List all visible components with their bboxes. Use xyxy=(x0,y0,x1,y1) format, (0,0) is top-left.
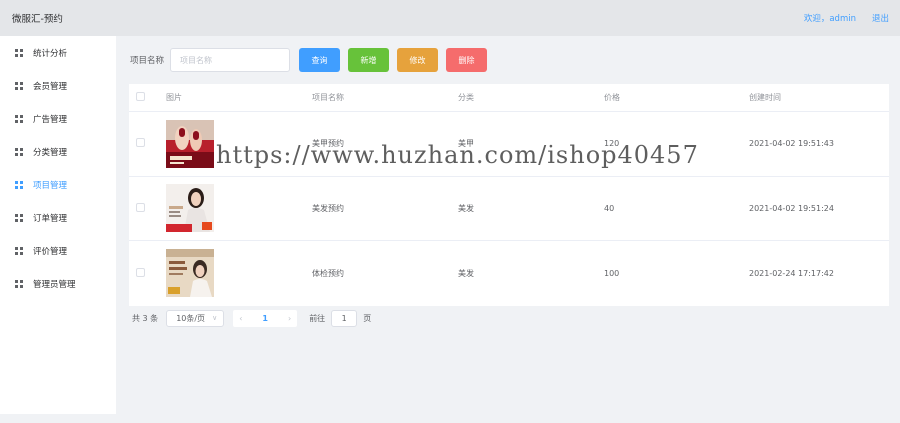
search-input[interactable] xyxy=(170,48,291,72)
page-navigator: ‹ 1 › xyxy=(233,309,298,327)
project-table: 图片 项目名称 分类 价格 创建时间 美甲预约 美甲 120 2021-04-0… xyxy=(129,84,889,306)
app-title: 微服汇-预约 xyxy=(12,14,63,25)
row-category: 美甲 xyxy=(458,139,474,149)
row-category: 美发 xyxy=(458,268,474,278)
prev-page-icon[interactable]: ‹ xyxy=(239,314,242,323)
main-content: 项目名称 查询 新增 修改 删除 图片 项目名称 分类 价格 创建时间 xyxy=(116,36,900,423)
sidebar-item-label: 订单管理 xyxy=(33,213,68,224)
header-user-area: 欢迎，admin 退出 xyxy=(804,12,889,24)
row-name: 体检预约 xyxy=(312,268,344,278)
sidebar-item-orders[interactable]: 订单管理 xyxy=(0,201,116,234)
sidebar-item-ads[interactable]: 广告管理 xyxy=(0,102,116,135)
row-checkbox[interactable] xyxy=(136,138,145,148)
checkup-service-thumbnail xyxy=(166,249,214,298)
pagination: 共 3 条 10条/页 ∨ ‹ 1 › 前往 页 xyxy=(132,309,371,327)
grid-icon xyxy=(15,81,23,90)
sidebar-item-label: 统计分析 xyxy=(33,48,68,59)
app-header: 微服汇-预约 欢迎，admin 退出 xyxy=(0,0,900,36)
column-header-category: 分类 xyxy=(458,93,474,102)
column-header-name: 项目名称 xyxy=(312,93,344,102)
row-name: 美发预约 xyxy=(312,203,344,213)
row-created: 2021-04-02 19:51:24 xyxy=(749,203,834,213)
sidebar-item-label: 分类管理 xyxy=(33,147,68,158)
column-header-price: 价格 xyxy=(604,93,620,102)
grid-icon xyxy=(15,246,23,255)
row-checkbox[interactable] xyxy=(136,267,145,277)
page-size-value: 10条/页 xyxy=(176,313,206,323)
table-header: 图片 项目名称 分类 价格 创建时间 xyxy=(129,84,889,112)
sidebar-item-members[interactable]: 会员管理 xyxy=(0,69,116,102)
sidebar-item-projects[interactable]: 项目管理 xyxy=(0,168,116,201)
hair-service-thumbnail xyxy=(166,184,214,233)
total-count: 共 3 条 xyxy=(132,313,159,323)
sidebar: 统计分析 会员管理 广告管理 分类管理 项目管理 订单管理 评价管理 管理员管理 xyxy=(0,36,116,414)
search-toolbar: 项目名称 查询 新增 修改 删除 xyxy=(130,48,488,72)
row-created: 2021-04-02 19:51:43 xyxy=(749,139,834,149)
table-row[interactable]: 体检预约 美发 100 2021-02-24 17:17:42 xyxy=(129,241,889,306)
sidebar-item-label: 管理员管理 xyxy=(33,279,76,290)
edit-button[interactable]: 修改 xyxy=(397,48,439,72)
column-header-created: 创建时间 xyxy=(749,93,781,102)
grid-icon xyxy=(15,180,23,189)
chevron-down-icon: ∨ xyxy=(212,314,218,322)
table-row[interactable]: 美甲预约 美甲 120 2021-04-02 19:51:43 xyxy=(129,112,889,177)
nail-service-thumbnail xyxy=(166,119,214,168)
delete-button[interactable]: 删除 xyxy=(446,48,488,72)
column-header-image: 图片 xyxy=(166,93,182,102)
row-price: 100 xyxy=(604,268,620,278)
sidebar-item-label: 会员管理 xyxy=(33,81,68,92)
goto-label: 前往 xyxy=(309,313,326,323)
row-price: 120 xyxy=(604,139,620,149)
welcome-link[interactable]: 欢迎，admin xyxy=(804,12,856,24)
current-page-number[interactable]: 1 xyxy=(262,314,268,323)
sidebar-item-statistics[interactable]: 统计分析 xyxy=(0,36,116,69)
add-button[interactable]: 新增 xyxy=(348,48,390,72)
row-checkbox[interactable] xyxy=(136,202,145,212)
sidebar-item-label: 项目管理 xyxy=(33,180,68,191)
query-button[interactable]: 查询 xyxy=(299,48,341,72)
table-row[interactable]: 美发预约 美发 40 2021-04-02 19:51:24 xyxy=(129,177,889,241)
grid-icon xyxy=(15,48,23,57)
sidebar-item-reviews[interactable]: 评价管理 xyxy=(0,234,116,267)
row-name: 美甲预约 xyxy=(312,139,344,149)
row-created: 2021-02-24 17:17:42 xyxy=(749,268,834,278)
grid-icon xyxy=(15,114,23,123)
sidebar-item-label: 评价管理 xyxy=(33,246,68,257)
next-page-icon[interactable]: › xyxy=(288,314,291,323)
row-category: 美发 xyxy=(458,203,474,213)
page-size-select[interactable]: 10条/页 ∨ xyxy=(166,309,225,327)
page-suffix: 页 xyxy=(363,313,372,323)
row-price: 40 xyxy=(604,203,615,213)
search-label: 项目名称 xyxy=(130,56,165,66)
select-all-checkbox[interactable] xyxy=(136,92,145,101)
goto-page-input[interactable] xyxy=(331,309,358,327)
logout-link[interactable]: 退出 xyxy=(872,12,889,24)
sidebar-item-admins[interactable]: 管理员管理 xyxy=(0,267,116,300)
grid-icon xyxy=(15,279,23,288)
sidebar-item-label: 广告管理 xyxy=(33,114,68,125)
grid-icon xyxy=(15,147,23,156)
sidebar-item-categories[interactable]: 分类管理 xyxy=(0,135,116,168)
grid-icon xyxy=(15,213,23,222)
